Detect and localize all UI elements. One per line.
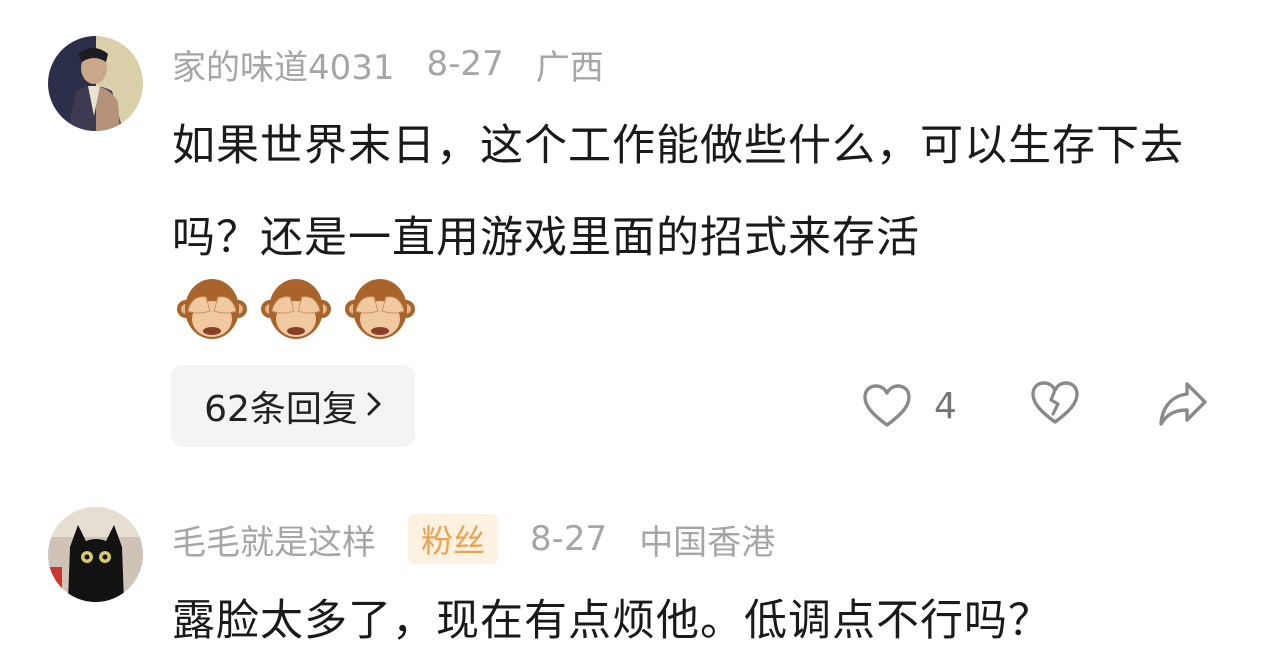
comment-text: 如果世界末日，这个工作能做些什么，可以生存下去吗？还是一直用游戏里面的招式来存活: [172, 121, 1184, 263]
see-no-evil-monkey-icon: [261, 279, 331, 339]
username[interactable]: 家的味道4031: [172, 40, 395, 89]
username[interactable]: 毛毛就是这样: [172, 515, 376, 564]
see-no-evil-monkey-icon: [345, 279, 415, 339]
see-no-evil-monkey-icon: [177, 279, 247, 339]
fan-badge: 粉丝: [408, 514, 499, 564]
comment-date: 8-27: [426, 44, 504, 84]
share-icon: [1159, 382, 1207, 426]
comment-text: 露脸太多了，现在有点烦他。低调点不行吗？: [172, 596, 1052, 646]
comment-item: 毛毛就是这样 粉丝 8-27 中国香港 露脸太多了，现在有点烦他。低调点不行吗？: [0, 495, 1269, 655]
comment-location: 中国香港: [639, 522, 776, 563]
comment-location: 广西: [535, 47, 604, 88]
comment-meta: 家的味道4031 8-27 广西: [172, 40, 636, 88]
share-button[interactable]: [1157, 380, 1209, 432]
view-replies-button[interactable]: 62条回复: [171, 365, 415, 447]
comment-item: 家的味道4031 8-27 广西 如果世界末日，这个工作能做些什么，可以生存下去…: [0, 0, 1269, 470]
heart-icon: [863, 384, 911, 427]
like-count: 4: [934, 385, 957, 427]
like-button[interactable]: 4: [862, 380, 957, 432]
reply-count-label: 62条回复: [204, 389, 358, 430]
chevron-right-icon: [366, 387, 382, 425]
dislike-button[interactable]: [1030, 380, 1080, 432]
broken-heart-icon: [1031, 381, 1079, 424]
emoji-row: [176, 273, 416, 345]
comment-meta: 毛毛就是这样 粉丝 8-27 中国香港: [172, 514, 807, 564]
comment-date: 8-27: [530, 519, 608, 559]
avatar[interactable]: [48, 507, 143, 602]
avatar[interactable]: [48, 36, 143, 131]
